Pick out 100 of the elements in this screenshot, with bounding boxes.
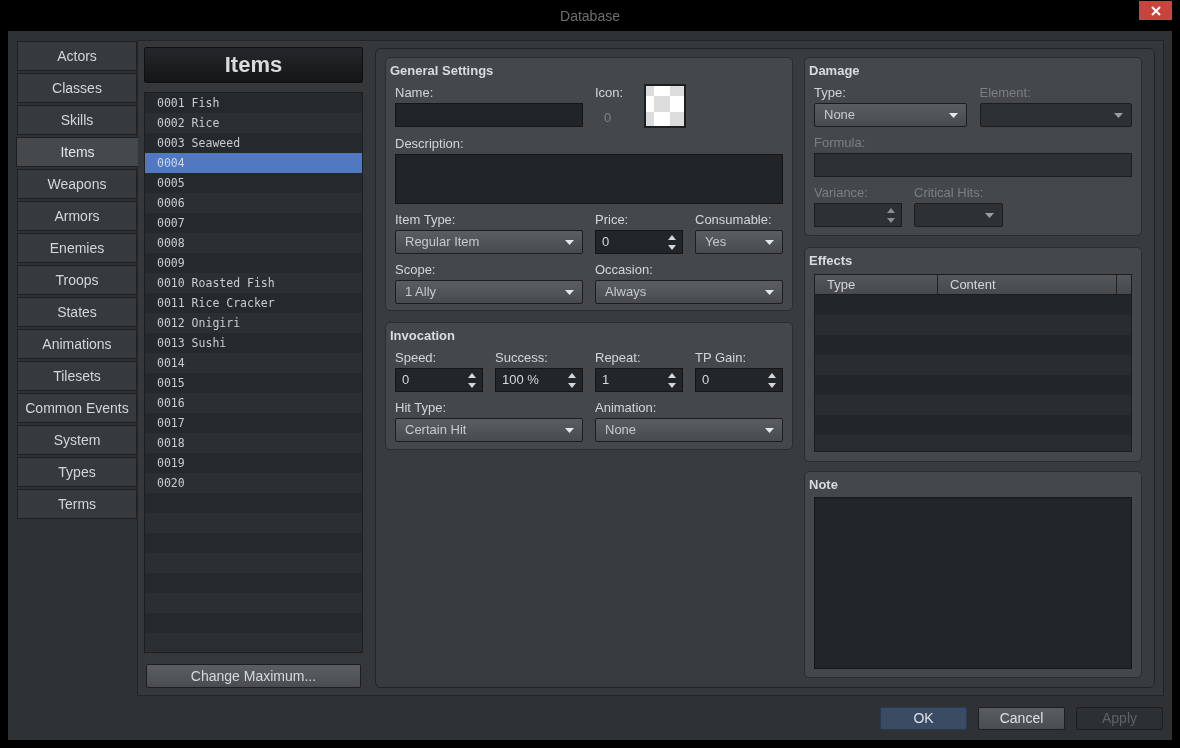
category-tab[interactable]: System: [17, 425, 137, 455]
list-item[interactable]: 0009: [145, 253, 362, 273]
caret-icon: [565, 239, 574, 245]
category-tab[interactable]: Items: [16, 137, 138, 167]
field-label: Success:: [495, 350, 548, 366]
field-label: Consumable:: [695, 212, 772, 228]
field-label: Variance:: [814, 185, 868, 201]
category-tab[interactable]: Actors: [17, 41, 137, 71]
dropdown[interactable]: Regular Item: [395, 230, 583, 254]
category-tab[interactable]: States: [17, 297, 137, 327]
text-area[interactable]: [395, 154, 783, 204]
spin-box[interactable]: 0: [395, 368, 483, 392]
list-item[interactable]: 0014: [145, 353, 362, 373]
group-title: Note: [809, 477, 838, 493]
spin-arrows-icon: [668, 234, 676, 250]
icon-picker[interactable]: [644, 84, 686, 128]
field-label: Type:: [814, 85, 846, 101]
category-tab[interactable]: Enemies: [17, 233, 137, 263]
list-item[interactable]: 0012 Onigiri: [145, 313, 362, 333]
spin-box[interactable]: 0: [595, 230, 683, 254]
list-item[interactable]: 0020: [145, 473, 362, 493]
field-label: Name:: [395, 85, 434, 101]
spin-arrows-icon: [887, 207, 895, 223]
category-tab[interactable]: Animations: [17, 329, 137, 359]
spin-box[interactable]: 1: [595, 368, 683, 392]
group-title: Damage: [809, 63, 860, 79]
dropdown[interactable]: None: [814, 103, 967, 127]
category-tab[interactable]: Armors: [17, 201, 137, 231]
list-item[interactable]: 0005: [145, 173, 362, 193]
list-item[interactable]: 0011 Rice Cracker: [145, 293, 362, 313]
caret-icon: [765, 289, 774, 295]
list-item[interactable]: 0003 Seaweed: [145, 133, 362, 153]
caret-icon: [765, 239, 774, 245]
category-tab[interactable]: Terms: [17, 489, 137, 519]
dropdown[interactable]: Certain Hit: [395, 418, 583, 442]
field-label: Occasion:: [595, 262, 653, 278]
field-label: Item Type:: [395, 212, 456, 228]
list-item[interactable]: 0018: [145, 433, 362, 453]
list-item[interactable]: 0019: [145, 453, 362, 473]
spin-box[interactable]: 100 %: [495, 368, 583, 392]
dropdown[interactable]: Always: [595, 280, 783, 304]
caret-icon: [948, 112, 958, 118]
category-tab[interactable]: Classes: [17, 73, 137, 103]
field-label: TP Gain:: [695, 350, 747, 366]
spin-arrows-icon: [568, 372, 576, 388]
field-label: Critical Hits:: [914, 185, 984, 201]
category-tab[interactable]: Troops: [17, 265, 137, 295]
field-label: Element:: [979, 85, 1031, 101]
caret-icon: [765, 427, 774, 433]
category-tab[interactable]: Types: [17, 457, 137, 487]
group-title: General Settings: [390, 63, 494, 79]
spin-box[interactable]: 0: [695, 368, 783, 392]
dropdown[interactable]: Yes: [695, 230, 783, 254]
spin-arrows-icon: [668, 372, 676, 388]
list-item[interactable]: 0006: [145, 193, 362, 213]
list-item[interactable]: 0010 Roasted Fish: [145, 273, 362, 293]
list-item[interactable]: 0002 Rice: [145, 113, 362, 133]
list-item[interactable]: 0013 Sushi: [145, 333, 362, 353]
group-title: Invocation: [390, 328, 455, 344]
category-tab[interactable]: Tilesets: [17, 361, 137, 391]
field-label: Repeat:: [595, 350, 641, 366]
dropdown[interactable]: 1 Ally: [395, 280, 583, 304]
list-item[interactable]: 0016: [145, 393, 362, 413]
field-label: Icon:: [595, 85, 624, 101]
dialog-button[interactable]: OK: [880, 707, 967, 730]
change-maximum-button[interactable]: Change Maximum...: [146, 664, 361, 688]
dialog-button[interactable]: Cancel: [978, 707, 1065, 730]
close-button[interactable]: [1139, 1, 1172, 20]
category-tab[interactable]: Common Events: [17, 393, 137, 423]
caret-icon: [1114, 112, 1123, 118]
field-label: Formula:: [814, 135, 866, 151]
list-header: Items: [144, 47, 363, 83]
input-field[interactable]: [395, 103, 583, 127]
checkerboard-icon: [646, 86, 684, 126]
group-title: Effects: [809, 253, 853, 269]
field-label: Animation:: [595, 400, 657, 416]
icon-index: 0: [604, 110, 612, 126]
list-item[interactable]: 0001 Fish: [145, 93, 362, 113]
field-label: Speed:: [395, 350, 437, 366]
category-tab[interactable]: Weapons: [17, 169, 137, 199]
category-tab[interactable]: Skills: [17, 105, 137, 135]
column-header[interactable]: Content: [938, 275, 1117, 294]
caret-icon: [985, 212, 994, 218]
field-label: Description:: [395, 136, 464, 152]
window-title: Database: [560, 7, 620, 25]
list-item[interactable]: 0017: [145, 413, 362, 433]
caret-icon: [565, 427, 574, 433]
field-label: Scope:: [395, 262, 436, 278]
dropdown[interactable]: None: [595, 418, 783, 442]
list-item[interactable]: 0015: [145, 373, 362, 393]
list-item[interactable]: 0008: [145, 233, 362, 253]
list-item[interactable]: 0007: [145, 213, 362, 233]
close-icon: [1150, 5, 1161, 16]
field-label: Price:: [595, 212, 629, 228]
text-area[interactable]: [814, 497, 1132, 669]
caret-icon: [565, 289, 574, 295]
spin-arrows-icon: [468, 372, 476, 388]
field-label: Hit Type:: [395, 400, 447, 416]
column-header[interactable]: Type: [815, 275, 938, 294]
spin-arrows-icon: [768, 372, 776, 388]
